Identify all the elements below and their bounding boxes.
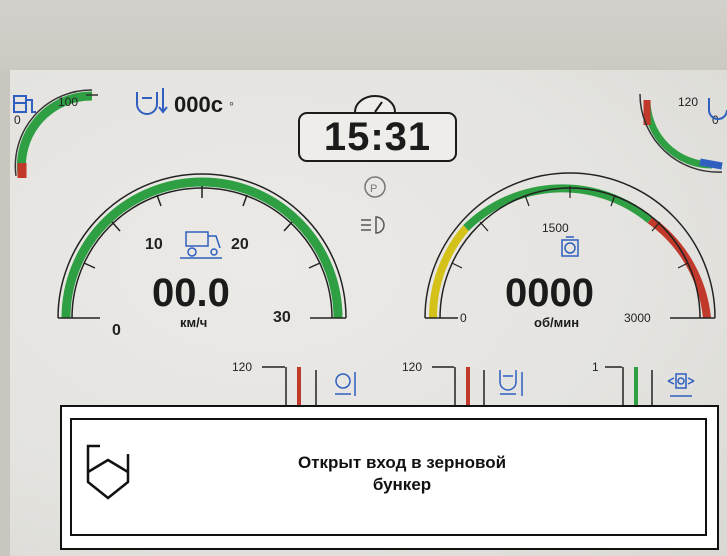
rpm-value: 0000 [505, 271, 594, 315]
fuel-pump-icon [13, 95, 36, 113]
bar2-max-label: 120 [402, 360, 422, 374]
engine-hours-value: 000c [174, 92, 223, 117]
clock-knob [354, 95, 396, 113]
notification-dialog[interactable]: Открыт вход в зерновой бункер [60, 405, 719, 550]
bar-gauge-oil-temp: 120 [402, 360, 523, 410]
speed-gauge: 0 10 20 30 00.0 км/ч [57, 173, 347, 339]
speed-unit: км/ч [180, 315, 207, 330]
temp-min-label: 0 [712, 113, 719, 127]
parking-label: P [370, 183, 377, 195]
bar1-max-label: 120 [232, 360, 252, 374]
speed-tick-10: 10 [145, 236, 163, 253]
bar3-max-label: 1 [592, 360, 599, 374]
clock: 15:31 [298, 112, 457, 162]
hydraulic-temp-icon [335, 372, 356, 396]
notification-frame: Открыт вход в зерновой бункер [70, 418, 707, 536]
fuel-gauge: 100 0 [13, 89, 98, 178]
speed-tick-0: 0 [112, 322, 121, 339]
rpm-arc-yellow [428, 225, 470, 319]
engine-hours-suffix: ◦ [229, 95, 234, 111]
notification-line-1: Открыт вход в зерновой [297, 453, 507, 472]
temp-arc-blue [699, 158, 723, 170]
rpm-gauge: 0 1500 3000 0000 об/мин [424, 172, 716, 330]
clock-time: 15:31 [323, 115, 432, 159]
bar-gauge-oil-pressure: 1 [592, 360, 695, 410]
bar-gauge-hydraulic: 120 [232, 360, 356, 410]
rpm-tick-3000: 3000 [624, 311, 651, 325]
engine-hours-icon [136, 88, 168, 115]
temp-max-label: 120 [678, 95, 698, 109]
harvester-icon [180, 231, 222, 259]
grain-tank-icon [86, 444, 130, 500]
temp-arc-green [643, 99, 713, 169]
notification-line-2: бункер [372, 475, 432, 494]
notification-message: Открыт вход в зерновой бункер [212, 452, 592, 496]
temp-gauge-top-right: 120 0 [639, 93, 727, 173]
rpm-tick-0: 0 [460, 311, 467, 325]
headlight-icon [361, 216, 385, 234]
speed-ticks [83, 186, 321, 269]
speed-tick-30: 30 [273, 309, 291, 326]
fuel-min-label: 0 [14, 113, 21, 127]
rpm-unit: об/мин [534, 315, 579, 330]
speed-value: 00.0 [152, 271, 230, 315]
oil-temp-icon [499, 370, 523, 396]
rpm-tick-1500: 1500 [542, 221, 569, 235]
fuel-max-label: 100 [58, 95, 78, 109]
rpm-icon [561, 236, 579, 257]
speed-tick-20: 20 [231, 236, 249, 253]
oil-pressure-icon [667, 373, 695, 397]
